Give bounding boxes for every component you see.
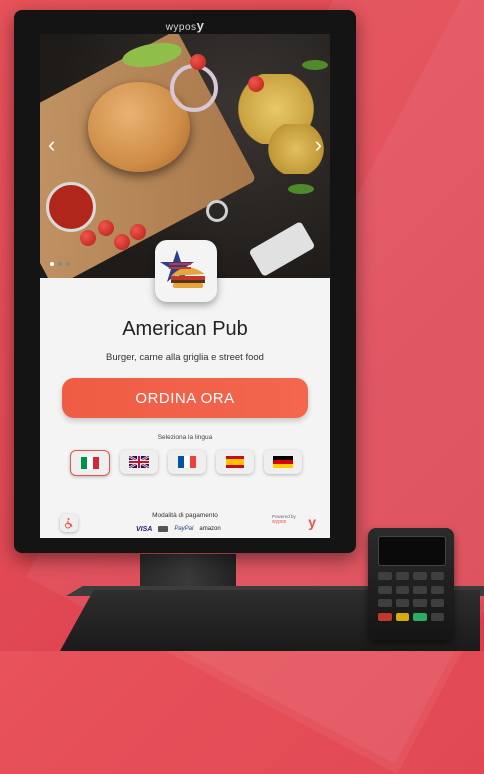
terminal-key[interactable] bbox=[430, 585, 444, 594]
terminal-keypad bbox=[378, 572, 444, 622]
cherry-tomato bbox=[248, 76, 264, 92]
language-selector bbox=[70, 450, 302, 476]
carousel-dot[interactable] bbox=[50, 262, 54, 266]
onion-ring bbox=[206, 200, 228, 222]
language-label: Seleziona la lingua bbox=[157, 434, 213, 441]
order-now-button[interactable]: ORDINA ORA bbox=[62, 378, 308, 418]
card-icon bbox=[158, 526, 169, 532]
cherry-tomato bbox=[130, 224, 146, 240]
terminal-key[interactable] bbox=[430, 599, 444, 607]
powered-by: Powered by wypos y bbox=[272, 514, 316, 534]
kiosk-screen: ‹ › American Pub Burger, carne alla grig… bbox=[40, 34, 330, 538]
payment-logos: VISA PayPal amazon bbox=[136, 524, 236, 534]
terminal-key[interactable] bbox=[395, 585, 409, 594]
language-option-es[interactable] bbox=[216, 450, 254, 474]
spain-flag-icon bbox=[226, 456, 244, 468]
germany-flag-icon bbox=[273, 456, 293, 468]
terminal-cancel-key[interactable] bbox=[378, 612, 392, 621]
terminal-key[interactable] bbox=[413, 572, 427, 580]
italy-flag-icon bbox=[81, 457, 99, 469]
language-option-en[interactable] bbox=[120, 450, 158, 474]
carousel-dots bbox=[50, 262, 70, 266]
terminal-key[interactable] bbox=[430, 572, 444, 580]
terminal-key[interactable] bbox=[378, 599, 392, 607]
restaurant-name: American Pub bbox=[122, 318, 248, 340]
cherry-tomato bbox=[114, 234, 130, 250]
language-option-fr[interactable] bbox=[168, 450, 206, 474]
terminal-ok-key[interactable] bbox=[413, 612, 427, 621]
france-flag-icon bbox=[178, 456, 196, 468]
cherry-tomato bbox=[190, 54, 206, 70]
onion-ring bbox=[170, 64, 218, 112]
terminal-screen bbox=[378, 536, 446, 566]
kiosk-device: wyposy ‹ › American Pub Burger, carne al… bbox=[14, 10, 356, 553]
terminal-clear-key[interactable] bbox=[395, 612, 409, 621]
herb bbox=[302, 60, 328, 70]
terminal-key[interactable] bbox=[395, 572, 409, 580]
terminal-key[interactable] bbox=[430, 612, 444, 621]
terminal-key[interactable] bbox=[395, 599, 409, 607]
paypal-logo: PayPal bbox=[174, 526, 194, 532]
amazon-logo: amazon bbox=[199, 526, 221, 532]
ketchup-bottle bbox=[248, 221, 316, 277]
carousel-next-button[interactable]: › bbox=[315, 134, 322, 156]
wypos-logo-icon: y bbox=[308, 514, 316, 530]
visa-logo: VISA bbox=[136, 525, 153, 533]
terminal-key[interactable] bbox=[413, 585, 427, 594]
carousel-prev-button[interactable]: ‹ bbox=[48, 134, 55, 156]
terminal-key[interactable] bbox=[413, 599, 427, 607]
carousel-dot[interactable] bbox=[66, 262, 70, 266]
terminal-key[interactable] bbox=[378, 585, 392, 594]
american-burger-logo-icon bbox=[160, 250, 205, 288]
carousel-dot[interactable] bbox=[58, 262, 62, 266]
brand-mark: y bbox=[196, 18, 205, 33]
cherry-tomato bbox=[80, 230, 96, 246]
cherry-tomato bbox=[98, 220, 114, 236]
terminal-key[interactable] bbox=[378, 572, 392, 580]
restaurant-description: Burger, carne alla griglia e street food bbox=[106, 352, 264, 363]
welcome-panel: American Pub Burger, carne alla griglia … bbox=[40, 278, 330, 538]
device-brand: wyposy bbox=[165, 18, 205, 33]
herb bbox=[288, 184, 314, 194]
uk-flag-icon bbox=[129, 456, 149, 468]
language-option-de[interactable] bbox=[264, 450, 302, 474]
restaurant-logo bbox=[155, 240, 217, 302]
payment-terminal bbox=[368, 528, 454, 640]
language-option-it[interactable] bbox=[70, 450, 110, 476]
sauce-bowl bbox=[46, 182, 96, 232]
